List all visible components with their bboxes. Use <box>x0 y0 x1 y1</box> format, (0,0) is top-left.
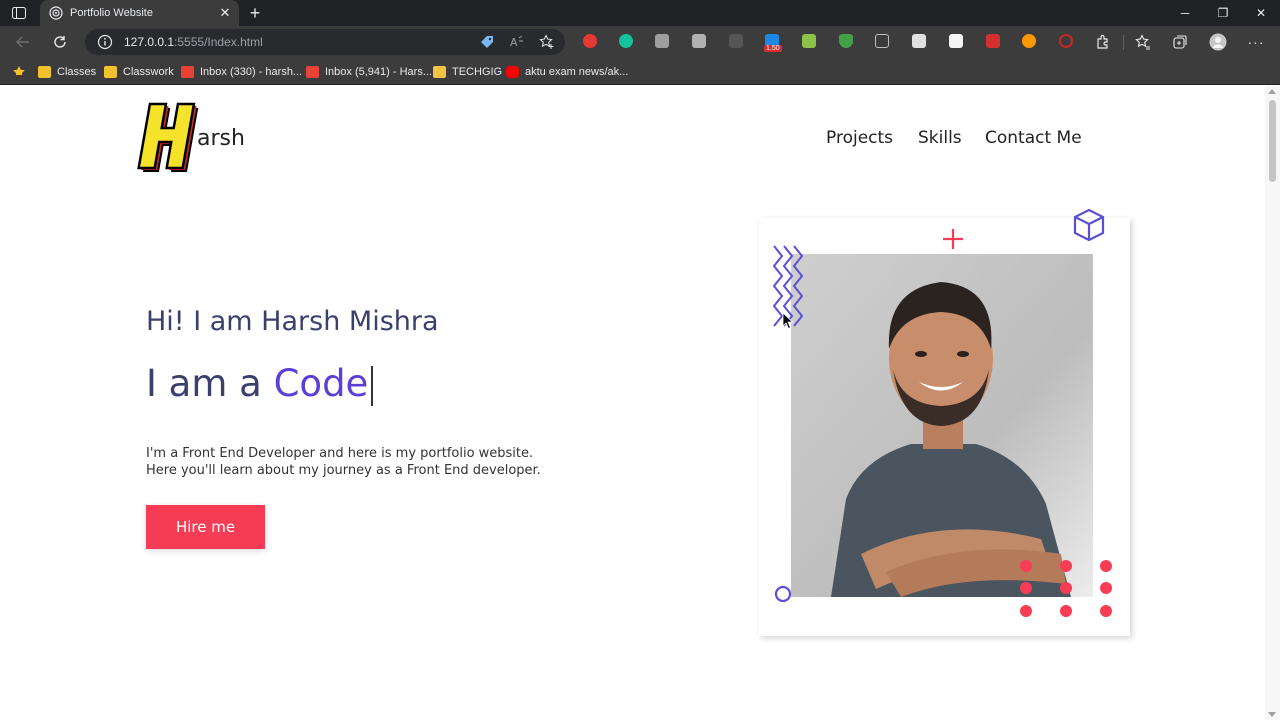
bookmark-star-icon[interactable] <box>12 64 26 79</box>
window-close-icon[interactable]: ✕ <box>1242 0 1280 26</box>
extension-page-icon[interactable] <box>912 34 926 48</box>
profile-photo <box>791 254 1093 597</box>
scroll-down-arrow-icon[interactable] <box>1268 712 1276 717</box>
page-viewport: arsh Projects Skills Contact Me Hi! I am… <box>0 86 1280 720</box>
bookmarks-bar: Classes Classwork Inbox (330) - harsh...… <box>0 58 1280 85</box>
circle-decoration-icon <box>774 585 792 603</box>
extension-copy-icon[interactable] <box>692 34 706 48</box>
extension-circle-icon[interactable] <box>1059 34 1073 48</box>
pen-icon[interactable] <box>875 34 889 48</box>
extension-calendar-icon[interactable] <box>949 34 963 48</box>
toolbar-divider <box>1123 35 1124 50</box>
logo-text: arsh <box>197 126 245 151</box>
extension-avatar-icon[interactable] <box>1022 34 1036 48</box>
coupon-tag-icon[interactable] <box>479 34 495 50</box>
hero-greeting: Hi! I am Harsh Mishra <box>146 306 439 337</box>
description-line: Here you'll learn about my journey as a … <box>146 463 541 478</box>
extension-gray-icon[interactable] <box>655 34 669 48</box>
nav-projects[interactable]: Projects <box>826 128 893 148</box>
extension-dark-icon[interactable] <box>729 34 743 48</box>
more-menu-icon[interactable]: ··· <box>1247 33 1265 51</box>
typing-cursor <box>371 365 374 406</box>
folder-icon <box>433 65 446 78</box>
extensions-puzzle-icon[interactable] <box>1094 33 1112 51</box>
cube-decoration-icon <box>1073 208 1105 242</box>
address-bar[interactable]: 127.0.0.1:5555/Index.html A <box>85 29 565 55</box>
shield-icon[interactable] <box>839 34 853 48</box>
bookmark-item[interactable]: TECHGIG <box>433 64 502 79</box>
collections-icon[interactable] <box>1171 33 1189 51</box>
bookmark-label: TECHGIG <box>452 65 503 78</box>
read-aloud-icon[interactable]: A <box>509 34 525 50</box>
back-icon[interactable] <box>13 32 33 52</box>
gmail-icon <box>181 65 194 78</box>
active-tab[interactable]: Portfolio Website ✕ <box>40 0 239 26</box>
bookmark-label: Inbox (5,941) - Hars... <box>325 65 432 78</box>
favorites-icon[interactable] <box>1134 33 1152 51</box>
classroom-icon <box>104 65 117 78</box>
new-tab-button[interactable]: + <box>245 3 265 23</box>
nav-skills[interactable]: Skills <box>918 128 962 148</box>
extension-badge: 1.50 <box>764 45 782 52</box>
bookmark-label: aktu exam news/ak... <box>525 65 629 78</box>
role-prefix: I am a <box>146 362 274 405</box>
bookmark-item[interactable]: Classwork <box>104 64 174 79</box>
restore-icon[interactable]: ❐ <box>1204 0 1242 26</box>
bookmark-item[interactable]: aktu exam news/ak... <box>506 64 628 79</box>
scroll-up-arrow-icon[interactable] <box>1268 89 1276 94</box>
browser-toolbar: 127.0.0.1:5555/Index.html A 1.50 ··· <box>0 26 1280 58</box>
tab-title: Portfolio Website <box>70 7 153 19</box>
hero-role: I am a Code <box>146 362 374 406</box>
scroll-thumb[interactable] <box>1269 100 1276 182</box>
page-scrollbar[interactable] <box>1265 86 1280 720</box>
bookmark-label: Classwork <box>123 65 174 78</box>
classroom-icon <box>38 65 51 78</box>
bookmark-item[interactable]: Inbox (330) - harsh... <box>181 64 302 79</box>
grammarly-icon[interactable] <box>619 34 633 48</box>
plus-decoration-icon <box>943 229 963 249</box>
extension-red-icon[interactable] <box>583 34 597 48</box>
role-typed-text: Code <box>273 362 369 405</box>
youtube-icon <box>506 65 519 78</box>
bookmark-label: Classes <box>57 65 97 78</box>
dots-decoration-icon <box>1020 560 1112 617</box>
tab-actions-icon[interactable] <box>9 5 29 21</box>
profile-avatar-icon[interactable] <box>1209 33 1227 51</box>
tab-close-icon[interactable]: ✕ <box>217 5 233 21</box>
minimize-icon[interactable]: ─ <box>1166 0 1204 26</box>
bookmark-label: Inbox (330) - harsh... <box>200 65 303 78</box>
bookmark-item[interactable]: Inbox (5,941) - Hars... <box>306 64 432 79</box>
description-line: I'm a Front End Developer and here is my… <box>146 446 534 461</box>
download-arrow-icon[interactable] <box>802 34 816 48</box>
window-controls: ─ ❐ ✕ <box>1166 0 1280 26</box>
gmail-icon <box>306 65 319 78</box>
site-info-icon[interactable] <box>97 34 113 50</box>
tab-bar: Portfolio Website ✕ + ─ ❐ ✕ <box>0 0 1280 26</box>
svg-text:A: A <box>510 36 518 49</box>
favorite-add-icon[interactable] <box>539 34 555 50</box>
extension-red-square-icon[interactable] <box>986 34 1000 48</box>
reload-icon[interactable] <box>50 32 70 52</box>
bookmark-item[interactable]: Classes <box>38 64 96 79</box>
mouse-pointer-icon <box>782 312 794 330</box>
url-text: 127.0.0.1:5555/Index.html <box>124 35 263 49</box>
hero-description: I'm a Front End Developer and here is my… <box>146 445 541 479</box>
hire-me-button[interactable]: Hire me <box>146 505 265 549</box>
nav-contact[interactable]: Contact Me <box>985 128 1082 148</box>
broadcast-icon <box>49 6 63 20</box>
